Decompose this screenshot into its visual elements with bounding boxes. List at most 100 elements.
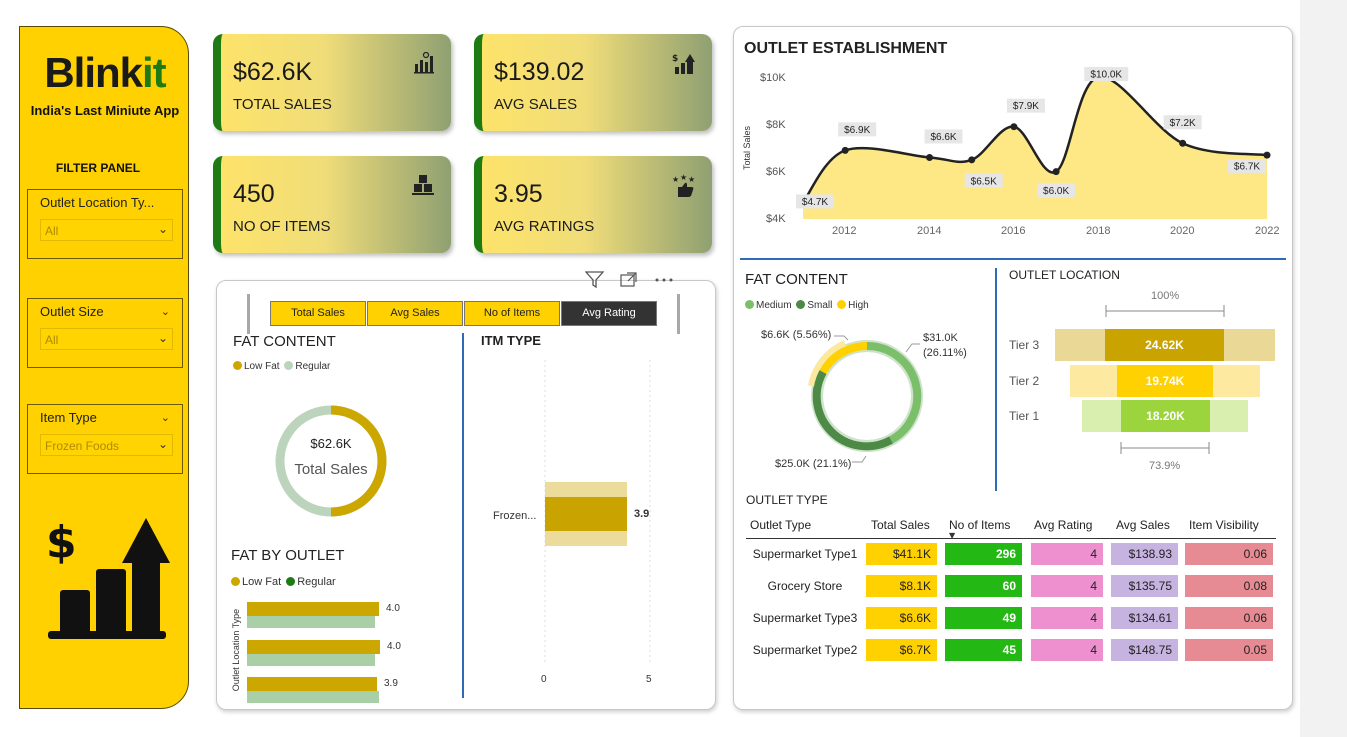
more-options-icon[interactable] [652,270,676,290]
table-cell: $138.93 [1111,543,1178,565]
high-dot [837,300,847,309]
slicer-label: Outlet Size [40,304,104,319]
outlet-size-slicer: Outlet Size ⌄ All ⌄ [27,298,183,368]
fat-by-outlet-axis-label: Outlet Location Type [231,608,241,692]
rating-stars-icon: ★ ★ ★ [672,174,695,197]
table-cell: 4 [1031,607,1103,629]
item-type-dropdown[interactable]: Frozen Foods ⌄ [40,434,173,456]
chevron-down-icon[interactable]: ⌄ [161,411,170,424]
table-cell: 296 [945,543,1022,565]
table-row-label: Supermarket Type2 [752,643,858,657]
fat-by-outlet-value: 4.0 [386,603,400,614]
table-cell: 49 [945,607,1022,629]
table-row-label: Grocery Store [767,579,843,593]
x-tick: 2016 [1001,225,1026,237]
small-dot [796,300,806,309]
col-header-no-of-items[interactable]: No of Items [949,518,1010,532]
toggle-total-sales-button[interactable]: Total Sales [270,301,366,326]
table-cell: 45 [945,639,1022,661]
tier2-bar[interactable]: 19.74K [1117,365,1213,397]
brand-tagline: India's Last Miniute App [30,103,180,118]
regular-dot [286,577,296,586]
right-margin-strip [1300,0,1347,737]
chevron-down-icon[interactable]: ⌄ [161,305,170,318]
fat-by-outlet-title: FAT BY OUTLET [231,547,345,564]
table-cell: 0.08 [1185,575,1273,597]
data-point[interactable] [1263,151,1271,159]
tier1-bar[interactable]: 18.20K [1121,400,1210,432]
itm-type-bar[interactable] [545,497,627,531]
table-row-label: Supermarket Type3 [752,611,858,625]
data-label: $7.2K [1170,118,1196,129]
donut-label-medium: $31.0K [923,332,958,344]
data-point[interactable] [968,156,976,164]
data-label: $6.5K [971,176,997,187]
bar-growth-icon: $ [672,54,695,74]
svg-text:$: $ [672,54,678,64]
fat-content-right-title: FAT CONTENT [745,271,848,288]
data-label: $6.7K [1234,162,1260,173]
toggle-avg-rating-button[interactable]: Avg Rating [561,301,657,326]
table-cell: $6.6K [866,607,937,629]
outlet-type-title: OUTLET TYPE [746,493,828,507]
itm-type-bar-value: 3.9 [634,508,650,520]
donut-label-medium-pct: (26.11%) [923,347,967,359]
chevron-down-icon: ⌄ [157,437,168,451]
data-label: $6.9K [844,125,870,136]
chevron-down-icon: ⌄ [157,222,168,236]
tier-label: Tier 1 [1009,409,1040,423]
col-header-avg-sales[interactable]: Avg Sales [1116,518,1170,532]
outlet-establishment-chart: $4.7K $6.9K $6.6K $6.5K $7.9K $6.0K $10.0K $7.2… [796,67,1271,219]
table-cell: $135.75 [1111,575,1178,597]
chevron-down-icon: ⌄ [157,331,168,345]
focus-mode-icon[interactable] [620,270,638,290]
tier-label: Tier 3 [1009,338,1040,352]
outlet-size-dropdown[interactable]: All ⌄ [40,328,173,350]
data-label: $6.0K [1043,186,1069,197]
itm-type-bar-label: Frozen... [493,510,537,522]
toggle-avg-sales-button[interactable]: Avg Sales [367,301,463,326]
regular-dot [284,361,294,370]
toggle-no-of-items-button[interactable]: No of Items [464,301,560,326]
col-header-outlet-type[interactable]: Outlet Type [750,518,811,532]
low-fat-dot [231,577,240,586]
x-tick: 2014 [917,225,942,237]
table-cell: 0.06 [1185,607,1273,629]
table-cell: 0.06 [1185,543,1273,565]
col-header-total-sales[interactable]: Total Sales [871,518,930,532]
data-point[interactable] [1179,139,1187,147]
table-header-rule [746,538,1276,539]
low-fat-dot [233,361,242,370]
filter-panel-title: FILTER PANEL [55,161,141,175]
slicer-label: Outlet Location Ty... [40,195,155,210]
kpi-caption: NO OF ITEMS [233,218,331,235]
donut-leader-lines [834,335,920,463]
table-cell: $8.1K [866,575,937,597]
outlet-location-dropdown[interactable]: All ⌄ [40,219,173,241]
funnel-top-bracket [1105,305,1225,317]
table-cell: 4 [1031,575,1103,597]
data-label: $6.6K [930,132,956,143]
svg-text:$: $ [46,517,77,568]
data-point[interactable] [841,146,849,154]
svg-text:★: ★ [688,175,695,184]
kpi-caption: TOTAL SALES [233,96,332,113]
x-tick: 2022 [1255,225,1280,237]
slicer-label: Item Type [40,410,97,425]
filter-icon[interactable] [585,270,603,290]
data-point[interactable] [926,153,934,161]
data-label: $4.7K [802,197,828,208]
fat-content-title: FAT CONTENT [233,333,336,350]
col-header-avg-rating[interactable]: Avg Rating [1034,518,1092,532]
fat-content-right-legend: Medium Small High [745,300,869,311]
tier3-bar[interactable]: 24.62K [1105,329,1224,361]
x-tick: 2018 [1086,225,1111,237]
table-cell: $41.1K [866,543,937,565]
svg-text:★: ★ [672,175,679,184]
col-header-item-visibility[interactable]: Item Visibility [1189,518,1259,532]
filter-sidebar: Blinkit India's Last Miniute App FILTER … [19,26,189,709]
data-point[interactable] [1052,168,1060,176]
svg-text:★: ★ [680,174,687,182]
data-label: $10.0K [1090,70,1122,81]
data-point[interactable] [1010,123,1018,131]
